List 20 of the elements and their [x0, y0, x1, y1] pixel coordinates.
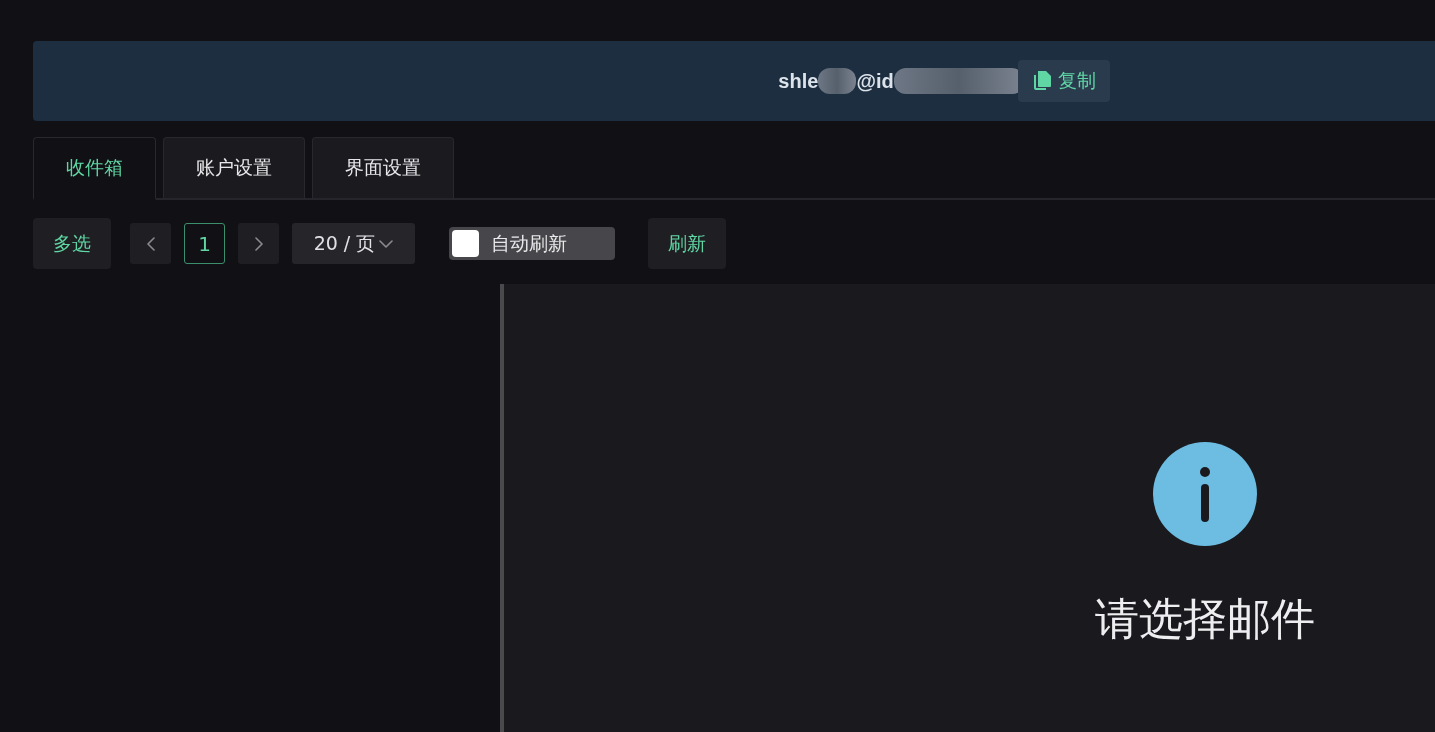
- auto-refresh-switch[interactable]: 自动刷新: [449, 227, 615, 260]
- tab[interactable]: 界面设置: [312, 137, 454, 200]
- empty-message: 请选择邮件: [1094, 592, 1315, 646]
- copy-button[interactable]: 复制: [1017, 60, 1110, 102]
- multi-select-button[interactable]: 多选: [33, 218, 111, 269]
- next-page-button[interactable]: [238, 223, 279, 264]
- info-icon: [1152, 442, 1257, 546]
- redaction-mask: [818, 68, 857, 94]
- copy-icon: [1031, 70, 1052, 92]
- email-text: shle: [778, 69, 819, 93]
- page-size-select[interactable]: 20 / 页: [292, 223, 415, 264]
- chevron-down-icon: [379, 239, 394, 248]
- tab[interactable]: 账户设置: [163, 137, 305, 200]
- chevron-right-icon: [254, 236, 263, 251]
- email-text: @id: [856, 69, 894, 93]
- page-button[interactable]: 1: [184, 223, 225, 264]
- refresh-button[interactable]: 刷新: [648, 218, 726, 269]
- tab[interactable]: 收件箱: [33, 137, 156, 200]
- chevron-left-icon: [146, 236, 155, 251]
- previous-page-button[interactable]: [130, 223, 171, 264]
